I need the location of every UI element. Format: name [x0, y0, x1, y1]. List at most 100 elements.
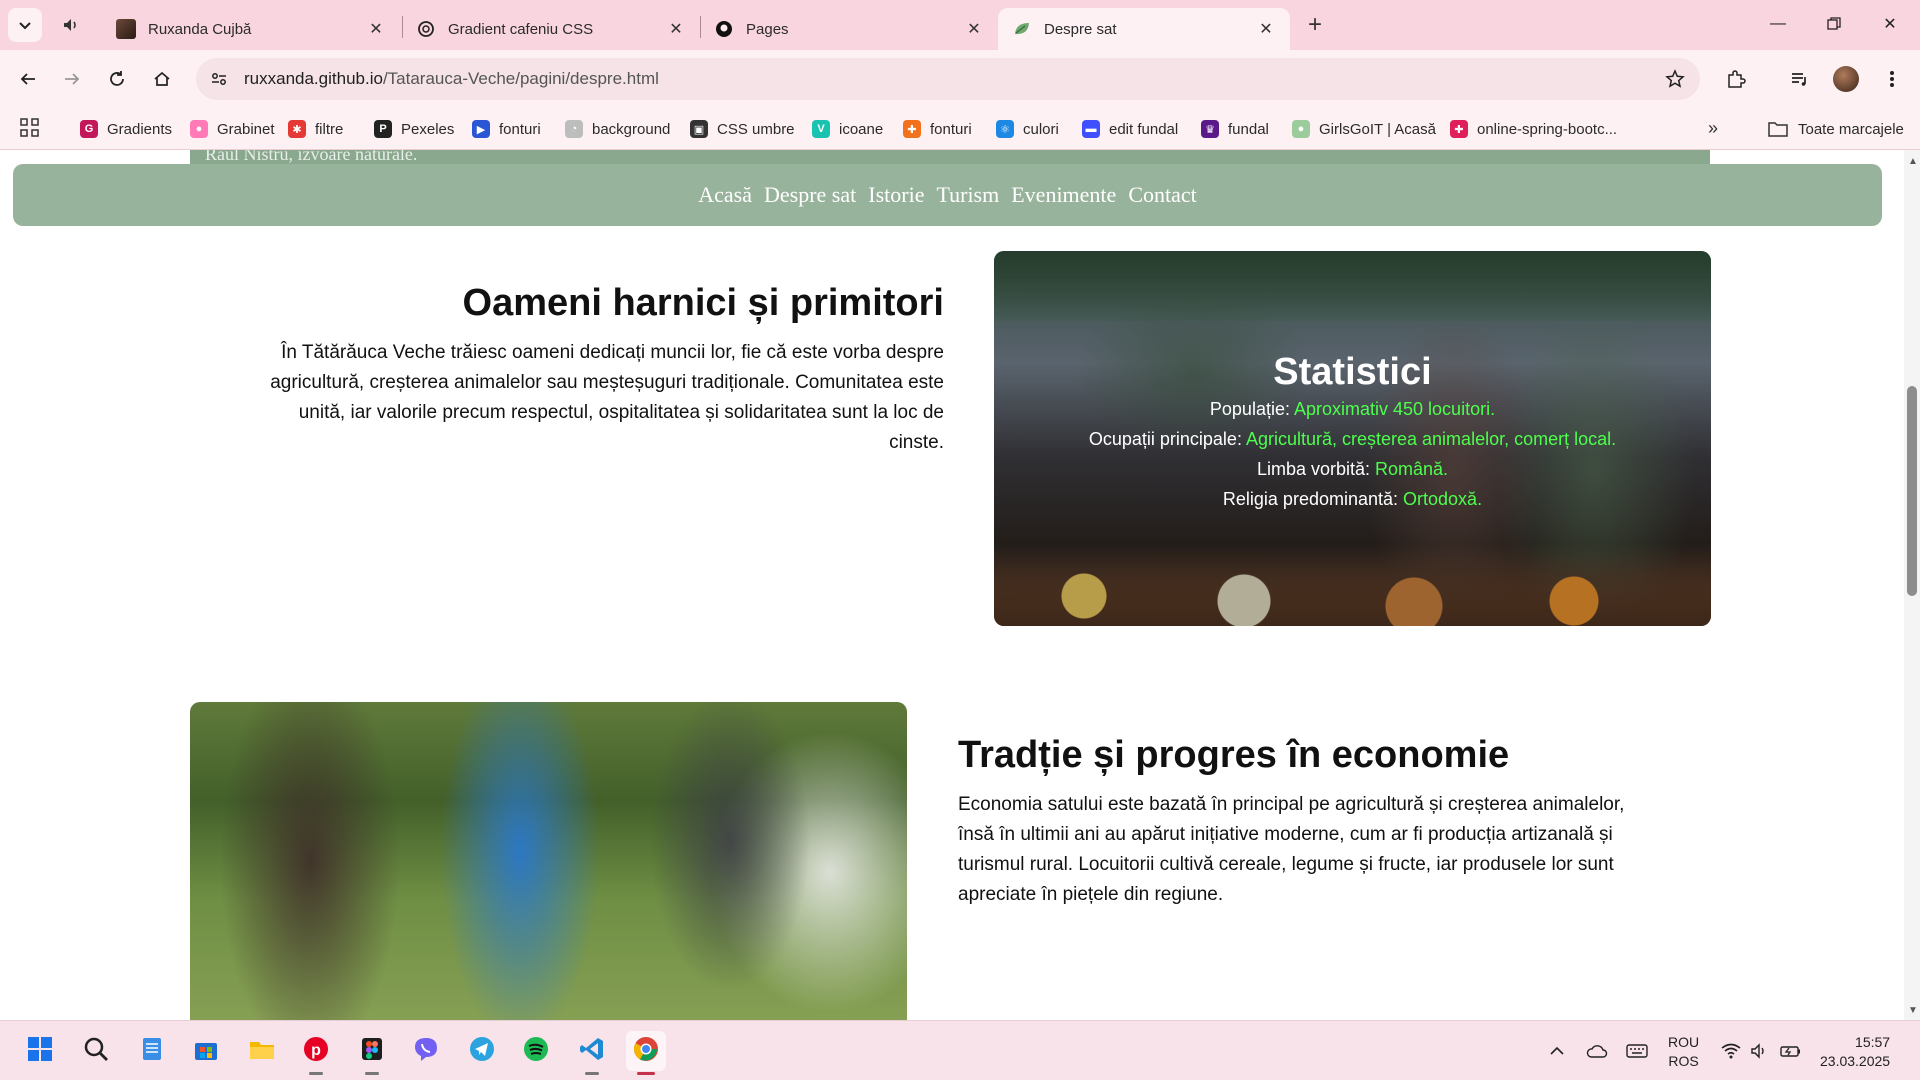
home-button[interactable] — [146, 63, 178, 95]
wifi-status[interactable] — [1718, 1039, 1744, 1063]
bookmark-item[interactable]: Vicoane — [812, 116, 883, 142]
bookmark-item[interactable]: ◔ background — [565, 116, 670, 142]
bookmark-item[interactable]: ▣ CSS umbre — [690, 116, 795, 142]
nav-link-despre-sat[interactable]: Despre sat — [764, 182, 856, 208]
onedrive-tray-button[interactable] — [1584, 1039, 1610, 1063]
close-icon[interactable]: ✕ — [1256, 19, 1276, 39]
more-bookmarks-button[interactable]: » — [1708, 118, 1718, 139]
profile-button[interactable] — [1830, 63, 1862, 95]
media-controls-button[interactable] — [1784, 63, 1816, 95]
taskbar-app-search[interactable] — [76, 1031, 116, 1071]
all-bookmarks-button[interactable]: Toate marcajele — [1768, 116, 1904, 142]
nav-link-evenimente[interactable]: Evenimente — [1011, 182, 1116, 208]
header-image — [190, 150, 1710, 164]
tab-audio-button[interactable] — [58, 12, 84, 38]
bookmark-label: Gradients — [107, 120, 173, 138]
viber-icon — [412, 1035, 440, 1068]
show-hidden-icons-button[interactable] — [1544, 1039, 1570, 1063]
keyboard-icon — [1626, 1044, 1648, 1058]
nav-link-contact[interactable]: Contact — [1128, 182, 1196, 208]
bookmark-item[interactable]: ✚ fonturi — [903, 116, 972, 142]
tab-search-dropdown-button[interactable] — [8, 8, 42, 42]
puzzle-icon — [1728, 70, 1746, 88]
new-tab-button[interactable]: + — [1300, 10, 1330, 40]
battery-status[interactable] — [1778, 1039, 1804, 1063]
bookmark-item[interactable]: ▶ fonturi — [472, 116, 541, 142]
touch-keyboard-button[interactable] — [1624, 1039, 1650, 1063]
browser-menu-button[interactable] — [1876, 63, 1908, 95]
bookmark-label: Pexeles — [401, 120, 455, 138]
scroll-up-icon[interactable]: ▲ — [1908, 156, 1918, 167]
battery-charging-icon — [1780, 1046, 1800, 1057]
scroll-down-icon[interactable]: ▼ — [1908, 1005, 1918, 1016]
taskbar-app-telegram[interactable] — [462, 1031, 502, 1071]
stat-value: Agricultură, creșterea animalelor, comer… — [1245, 429, 1617, 449]
bookmark-item[interactable]: ● Grabinet — [190, 116, 275, 142]
reload-button[interactable] — [101, 63, 133, 95]
section-text-people: În Tătărăuca Veche trăiesc oameni dedica… — [270, 342, 944, 453]
taskbar-app-figma[interactable] — [352, 1031, 392, 1075]
system-clock[interactable]: 15:57 23.03.2025 — [1820, 1033, 1890, 1071]
url-text: ruxxanda.github.io/Tatarauca-Veche/pagin… — [244, 69, 659, 89]
apps-grid-button[interactable] — [20, 118, 42, 140]
bookmark-item[interactable]: ✚ online-spring-bootc... — [1450, 116, 1617, 142]
bookmark-star-button[interactable] — [1662, 66, 1688, 92]
minimize-button[interactable]: — — [1756, 6, 1800, 42]
nav-link-acasa[interactable]: Acasă — [698, 182, 752, 208]
clock-date: 23.03.2025 — [1820, 1053, 1891, 1069]
address-bar[interactable]: ruxxanda.github.io/Tatarauca-Veche/pagin… — [196, 58, 1700, 100]
tab-despre-sat[interactable]: Despre sat ✕ — [998, 8, 1290, 50]
bookmark-item[interactable]: P Pexeles — [374, 116, 454, 142]
site-info-icon[interactable] — [202, 62, 236, 96]
reload-icon — [110, 71, 124, 86]
wifi-icon — [1721, 1043, 1741, 1059]
tab-gradient[interactable]: Gradient cafeniu CSS ✕ — [402, 8, 700, 50]
nav-link-turism[interactable]: Turism — [936, 182, 999, 208]
input-language-button[interactable]: ROU ROS — [1668, 1033, 1699, 1071]
bookmark-item[interactable]: ▬ edit fundal — [1082, 116, 1178, 142]
github-icon — [714, 19, 734, 39]
bookmark-favicon-icon: ✚ — [1450, 120, 1468, 138]
file-explorer-icon — [248, 1035, 276, 1068]
bookmark-item[interactable]: ⚛ culori — [996, 116, 1059, 142]
bookmark-favicon-icon: G — [80, 120, 98, 138]
taskbar-app-vscode[interactable] — [572, 1031, 612, 1075]
taskbar-app-spotify[interactable] — [516, 1031, 556, 1071]
back-button[interactable] — [12, 63, 44, 95]
extensions-button[interactable] — [1720, 63, 1752, 95]
scrollbar-thumb[interactable] — [1907, 386, 1917, 596]
taskbar-app-viber[interactable] — [406, 1031, 446, 1071]
taskbar-app-pinterest[interactable]: p — [296, 1031, 336, 1075]
close-window-button[interactable]: ✕ — [1868, 6, 1912, 42]
tab-ruxanda[interactable]: Ruxanda Cujbă ✕ — [102, 8, 400, 50]
url-host: ruxxanda.github.io — [244, 69, 383, 88]
taskbar-app-notepad[interactable] — [132, 1031, 172, 1071]
bookmark-item[interactable]: G Gradients — [80, 116, 172, 142]
search-icon — [82, 1035, 110, 1068]
volume-status[interactable] — [1747, 1039, 1773, 1063]
bookmark-item[interactable]: ✱ filtre — [288, 116, 343, 142]
taskbar-app-windows-start[interactable] — [20, 1031, 60, 1071]
stat-language: Limba vorbită: Română. — [994, 459, 1711, 480]
taskbar-app-chrome[interactable] — [626, 1031, 666, 1075]
tab-pages[interactable]: Pages ✕ — [700, 8, 998, 50]
taskbar-app-store[interactable] — [186, 1031, 226, 1071]
forward-button[interactable] — [56, 63, 88, 95]
bookmark-label: CSS umbre — [717, 120, 795, 138]
svg-text:p: p — [311, 1042, 321, 1059]
restore-button[interactable] — [1812, 6, 1856, 42]
close-icon[interactable]: ✕ — [666, 19, 686, 39]
keyboard-layout: ROS — [1668, 1053, 1699, 1069]
bookmark-label: edit fundal — [1109, 120, 1179, 138]
bookmark-label: background — [592, 120, 671, 138]
bookmark-item[interactable]: ● GirlsGoIT | Acasă — [1292, 116, 1436, 142]
page-scrollbar[interactable]: ▲ ▼ — [1904, 150, 1920, 1020]
taskbar-app-file-explorer[interactable] — [242, 1031, 282, 1071]
nav-link-istorie[interactable]: Istorie — [868, 182, 924, 208]
bookmark-item[interactable]: ♛ fundal — [1201, 116, 1269, 142]
close-icon[interactable]: ✕ — [964, 19, 984, 39]
running-indicator — [637, 1072, 655, 1075]
plus-icon: + — [1307, 11, 1322, 38]
close-icon[interactable]: ✕ — [366, 19, 386, 39]
bookmark-favicon-icon: ● — [1292, 120, 1310, 138]
